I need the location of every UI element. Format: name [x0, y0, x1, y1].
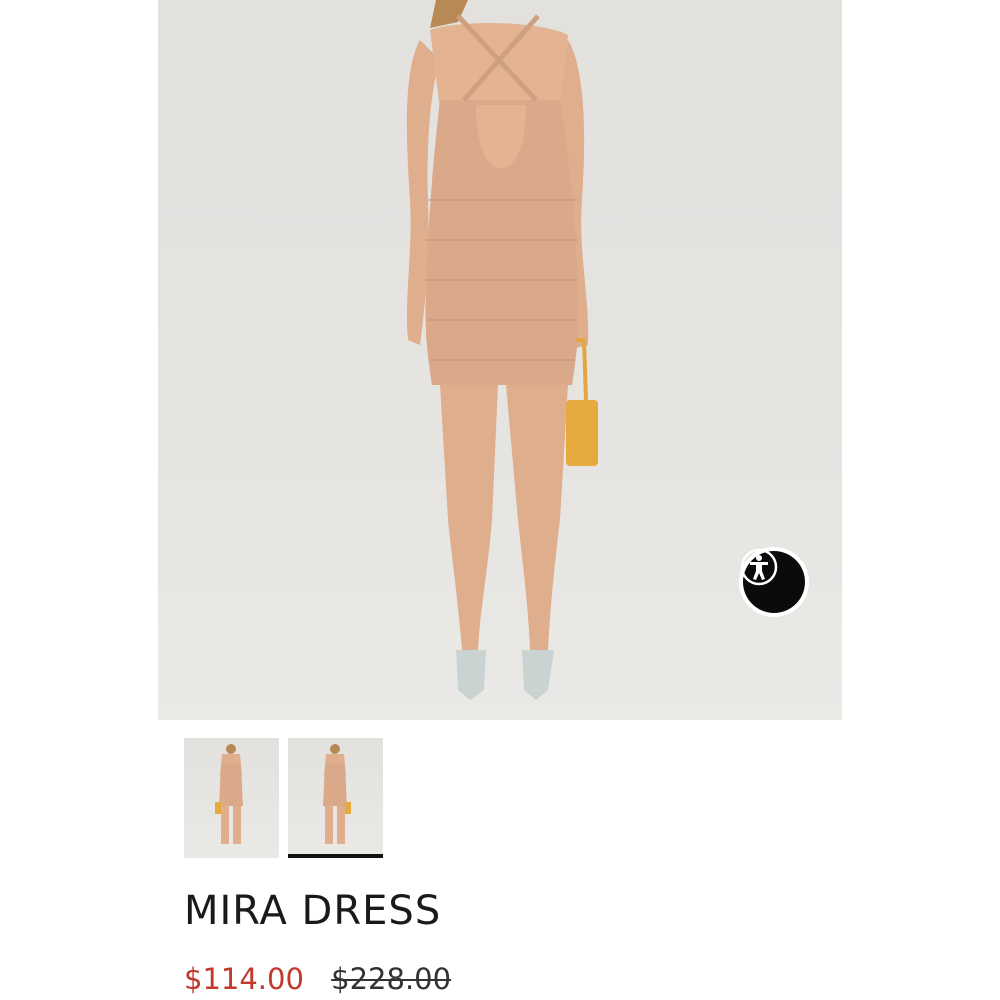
model-back-view-illustration	[406, 0, 598, 700]
product-main-image[interactable]	[158, 0, 842, 720]
price-block: $114.00 $228.00	[184, 962, 451, 996]
sale-price: $114.00	[184, 962, 304, 996]
thumbnail-front-view[interactable]	[184, 738, 279, 858]
thumbnail-back-view[interactable]	[288, 738, 383, 858]
accessibility-button[interactable]	[739, 547, 809, 617]
product-page: MIRA DRESS $114.00 $228.00	[158, 0, 842, 1000]
accessibility-person-icon	[740, 548, 805, 613]
thumbnail-gallery	[184, 738, 383, 858]
product-title: MIRA DRESS	[184, 888, 442, 934]
original-price: $228.00	[331, 962, 452, 996]
